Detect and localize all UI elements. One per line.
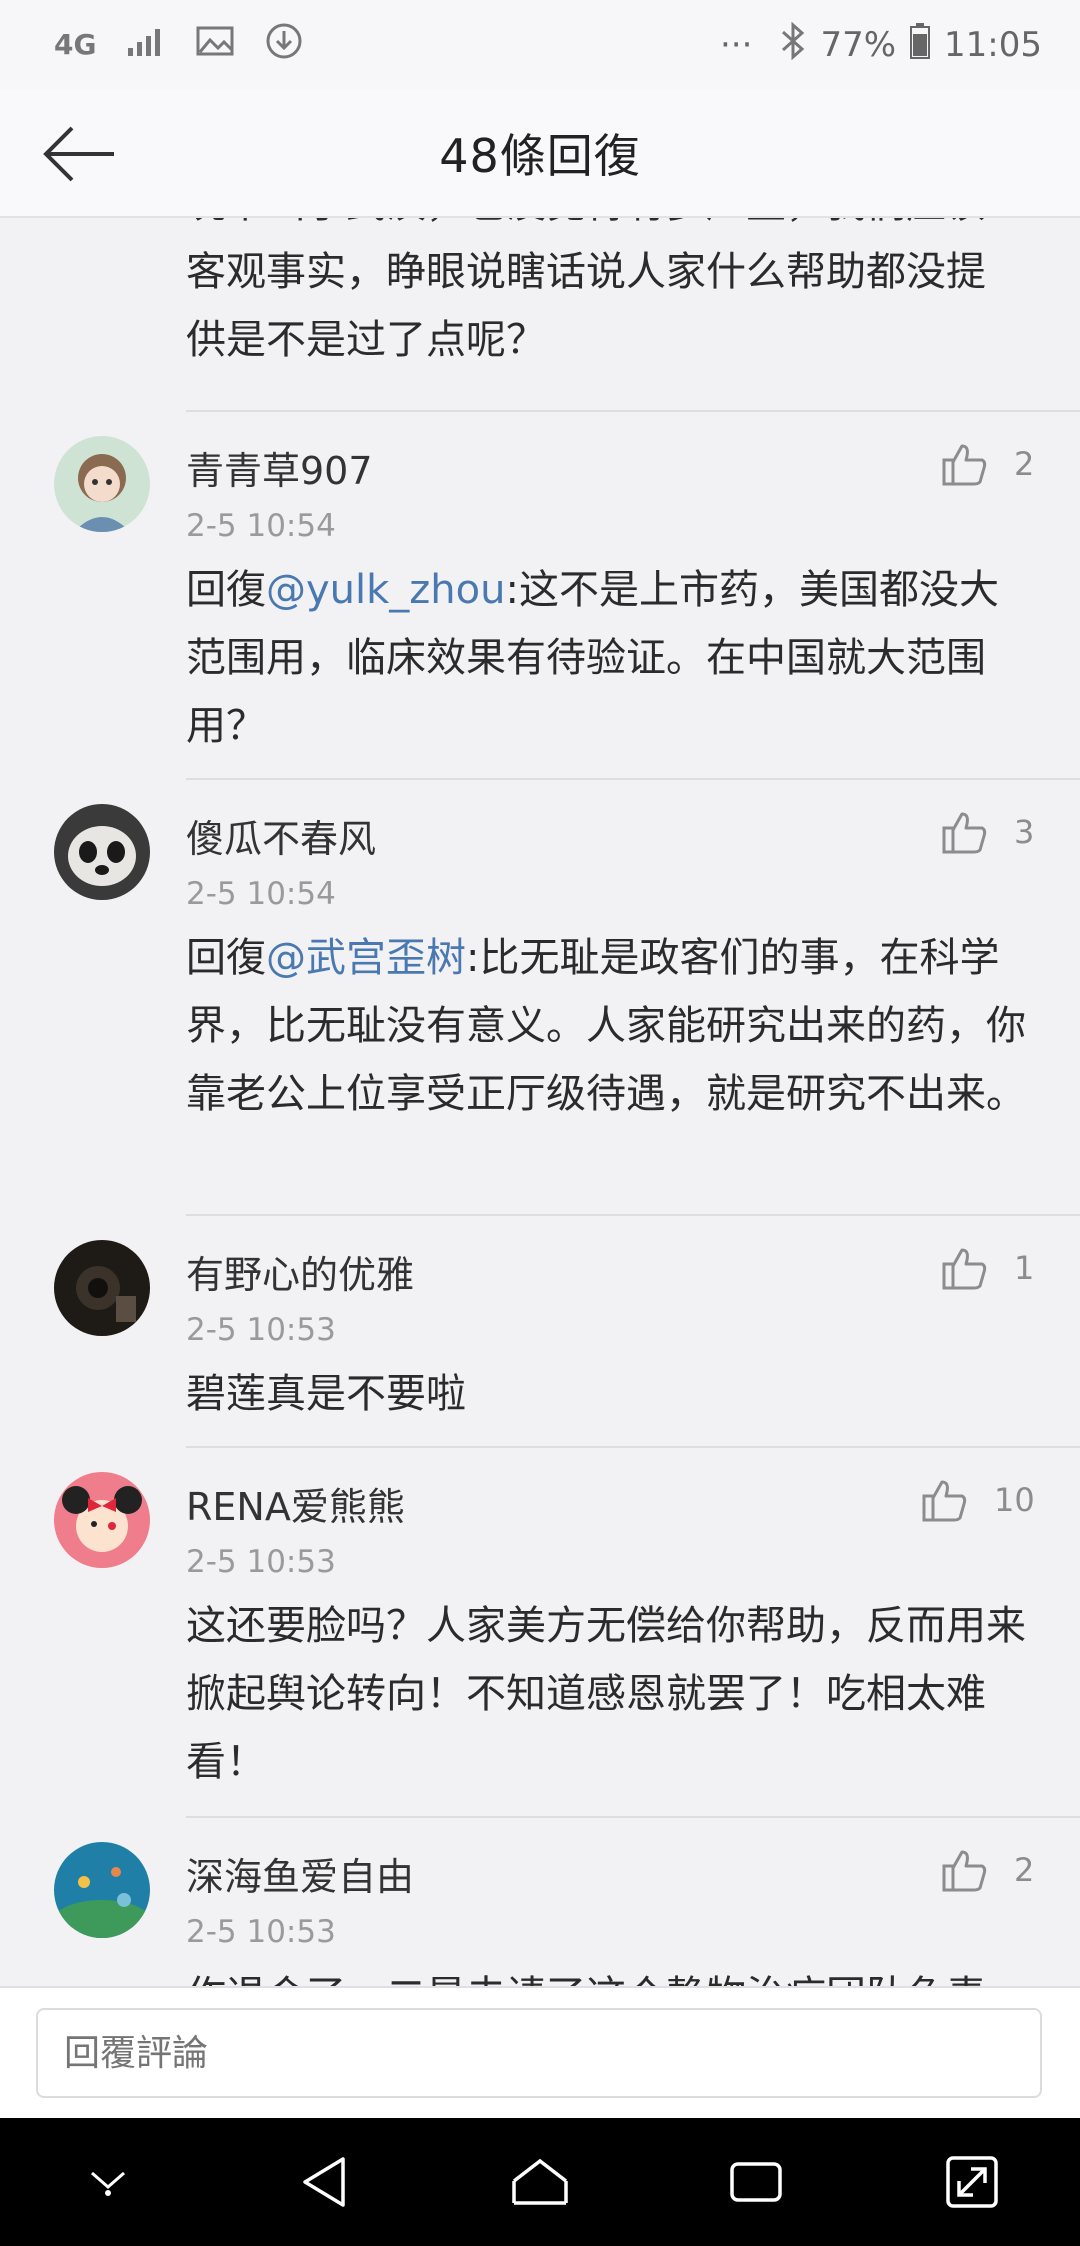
comment-body: 碧莲真是不要啦	[186, 1371, 466, 1417]
text-line: 况下出了武汉，也没觉得有多严重，我们应该	[186, 218, 1036, 238]
avatar[interactable]	[54, 436, 150, 532]
like-count: 2	[1014, 445, 1035, 483]
comment-username[interactable]: 深海鱼爱自由	[186, 1846, 414, 1901]
comment-timestamp: 2-5 10:54	[186, 876, 336, 912]
like-button[interactable]: 2	[942, 1848, 1034, 1892]
text-line: 客观事实，睁眼说瞎话说人家什么帮助都没提	[186, 249, 986, 295]
bluetooth-icon	[780, 21, 806, 69]
battery-percent: 77%	[820, 25, 897, 65]
like-count: 3	[1014, 813, 1035, 851]
nav-down-icon	[91, 2171, 125, 2196]
avatar[interactable]	[54, 1240, 150, 1336]
like-icon	[942, 1850, 987, 1892]
comment-username[interactable]: 青青草907	[186, 440, 373, 495]
divider	[186, 1214, 1080, 1216]
comment-list[interactable]: 况下出了武汉，也没觉得有多严重，我们应该 客观事实，睁眼说瞎话说人家什么帮助都没…	[0, 218, 1080, 1986]
comment-timestamp: 2-5 10:54	[186, 508, 336, 544]
comment-body: 这还要脸吗？人家美方无偿给你帮助，反而用来掀起舆论转向！不知道感恩就罢了！吃相太…	[186, 1603, 1026, 1785]
battery-icon	[910, 22, 931, 68]
reply-bar	[0, 1986, 1080, 2118]
overflow-indicator: ···	[720, 25, 753, 65]
comment-username[interactable]: 有野心的优雅	[186, 1244, 414, 1299]
avatar[interactable]	[54, 1842, 150, 1938]
page-title: 48條回復	[439, 129, 641, 183]
nav-back-button[interactable]	[279, 2137, 369, 2227]
reply-prefix: 回復	[186, 935, 266, 981]
system-nav-bar	[0, 2118, 1080, 2246]
comment-body: 回復@武宫歪树:比无耻是政客们的事，在科学界，比无耻没有意义。人家能研究出来的药…	[186, 924, 1036, 1128]
user-mention-link[interactable]: @武宫歪树	[266, 935, 466, 981]
comment-body-fragment: 况下出了武汉，也没觉得有多严重，我们应该 客观事实，睁眼说瞎话说人家什么帮助都没…	[186, 218, 1036, 374]
signal-icon	[126, 25, 166, 65]
user-mention-link[interactable]: @yulk_zhou	[266, 567, 505, 613]
like-icon	[922, 1480, 967, 1522]
reply-prefix: 回復	[186, 567, 266, 613]
comment-body: 回復@yulk_zhou:这不是上市药，美国都没大范围用，临床效果有待验证。在中…	[186, 556, 1036, 760]
avatar[interactable]	[54, 804, 150, 900]
like-icon	[942, 812, 987, 854]
nav-home-icon	[512, 2158, 568, 2205]
nav-home-button[interactable]	[495, 2137, 585, 2227]
comment-username[interactable]: 傻瓜不春风	[186, 808, 376, 863]
divider	[186, 778, 1080, 780]
status-bar: 4G ··· 77% 11:05	[0, 0, 1080, 90]
back-button[interactable]	[40, 114, 120, 194]
app-header: 48條回復	[0, 90, 1080, 218]
like-icon	[942, 444, 987, 486]
comment-timestamp: 2-5 10:53	[186, 1312, 336, 1348]
nav-down-button[interactable]	[63, 2137, 153, 2227]
network-indicator: 4G	[54, 28, 97, 61]
nav-recents-icon	[730, 2162, 782, 2202]
divider	[186, 1446, 1080, 1448]
divider	[186, 1816, 1080, 1818]
divider	[186, 410, 1080, 412]
like-button[interactable]: 2	[942, 442, 1034, 486]
like-button[interactable]: 1	[942, 1246, 1034, 1290]
comment-timestamp: 2-5 10:53	[186, 1544, 336, 1580]
like-count: 10	[994, 1481, 1035, 1519]
like-count: 2	[1014, 1851, 1035, 1889]
like-button[interactable]: 10	[922, 1478, 1035, 1522]
reply-comment-input[interactable]	[36, 2008, 1042, 2098]
nav-recents-button[interactable]	[711, 2137, 801, 2227]
text-line: 供是不是过了点呢？	[186, 317, 546, 363]
comment-timestamp: 2-5 10:53	[186, 1914, 336, 1950]
like-button[interactable]: 3	[942, 810, 1034, 854]
like-count: 1	[1014, 1249, 1035, 1287]
comment-username[interactable]: RENA爱熊熊	[186, 1476, 405, 1531]
download-icon	[264, 21, 304, 70]
clock: 11:05	[944, 25, 1042, 65]
avatar[interactable]	[54, 1472, 150, 1568]
nav-expand-icon	[946, 2156, 998, 2208]
comment-body: 作退会了，二是去请了这个静物治疗团队负责	[186, 1962, 1036, 1986]
like-icon	[942, 1248, 987, 1290]
nav-back-icon	[303, 2157, 345, 2207]
image-icon	[196, 25, 234, 65]
back-arrow-icon	[43, 126, 114, 182]
nav-expand-button[interactable]	[927, 2137, 1017, 2227]
